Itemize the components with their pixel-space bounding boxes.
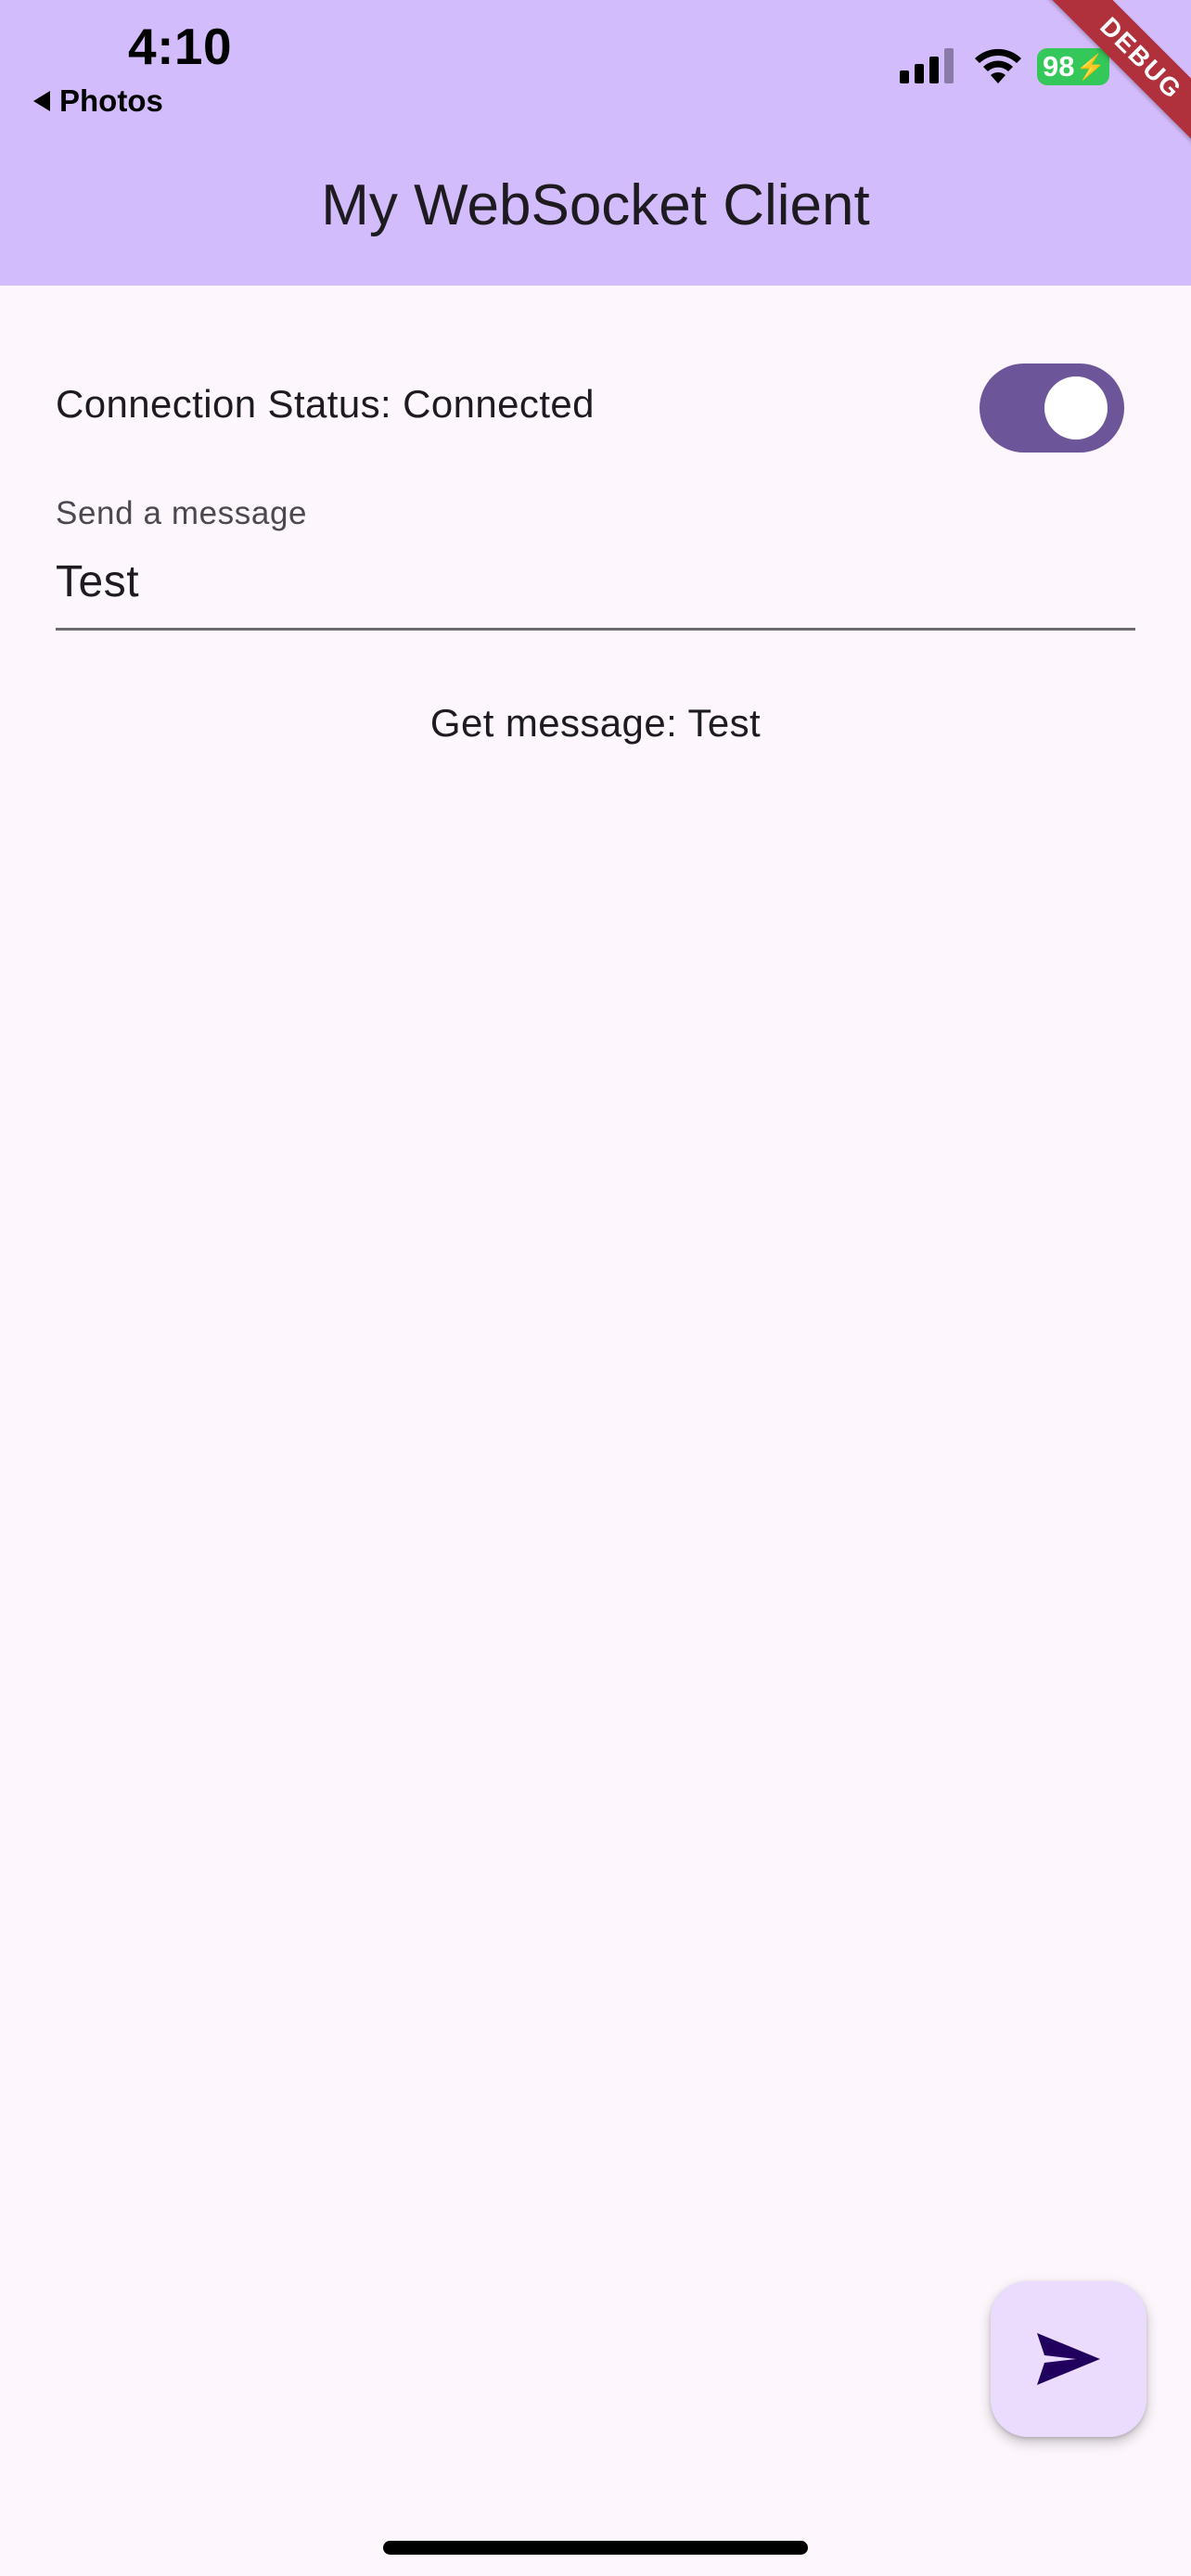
connection-status-row: Connection Status: Connected [56, 362, 1135, 454]
connection-status-label: Connection Status: Connected [56, 382, 595, 426]
send-button[interactable] [991, 2281, 1146, 2437]
connection-toggle[interactable] [980, 363, 1124, 453]
app-bar: 4:10 Photos 98 ⚡ DEBUG My WebSocket Clie… [0, 0, 1191, 286]
back-to-photos-link[interactable]: Photos [33, 83, 163, 119]
home-indicator[interactable] [383, 2541, 808, 2555]
cellular-signal-icon [900, 48, 954, 83]
message-field[interactable]: Send a message [56, 491, 1135, 631]
page-title: My WebSocket Client [321, 173, 870, 237]
debug-banner: DEBUG [1027, 0, 1191, 172]
battery-level: 98 [1043, 50, 1075, 83]
status-time: 4:10 [128, 18, 233, 75]
message-field-label: Send a message [56, 495, 308, 531]
back-label: Photos [59, 83, 163, 118]
battery-indicator: 98 ⚡ [1037, 48, 1109, 85]
received-message-text: Get message: Test [429, 701, 762, 745]
charging-bolt-icon: ⚡ [1075, 52, 1106, 81]
back-arrow-icon [33, 91, 50, 111]
send-icon [1037, 2333, 1100, 2385]
toggle-thumb [1044, 376, 1108, 440]
wifi-icon [975, 48, 1021, 83]
message-input[interactable] [56, 549, 1135, 614]
